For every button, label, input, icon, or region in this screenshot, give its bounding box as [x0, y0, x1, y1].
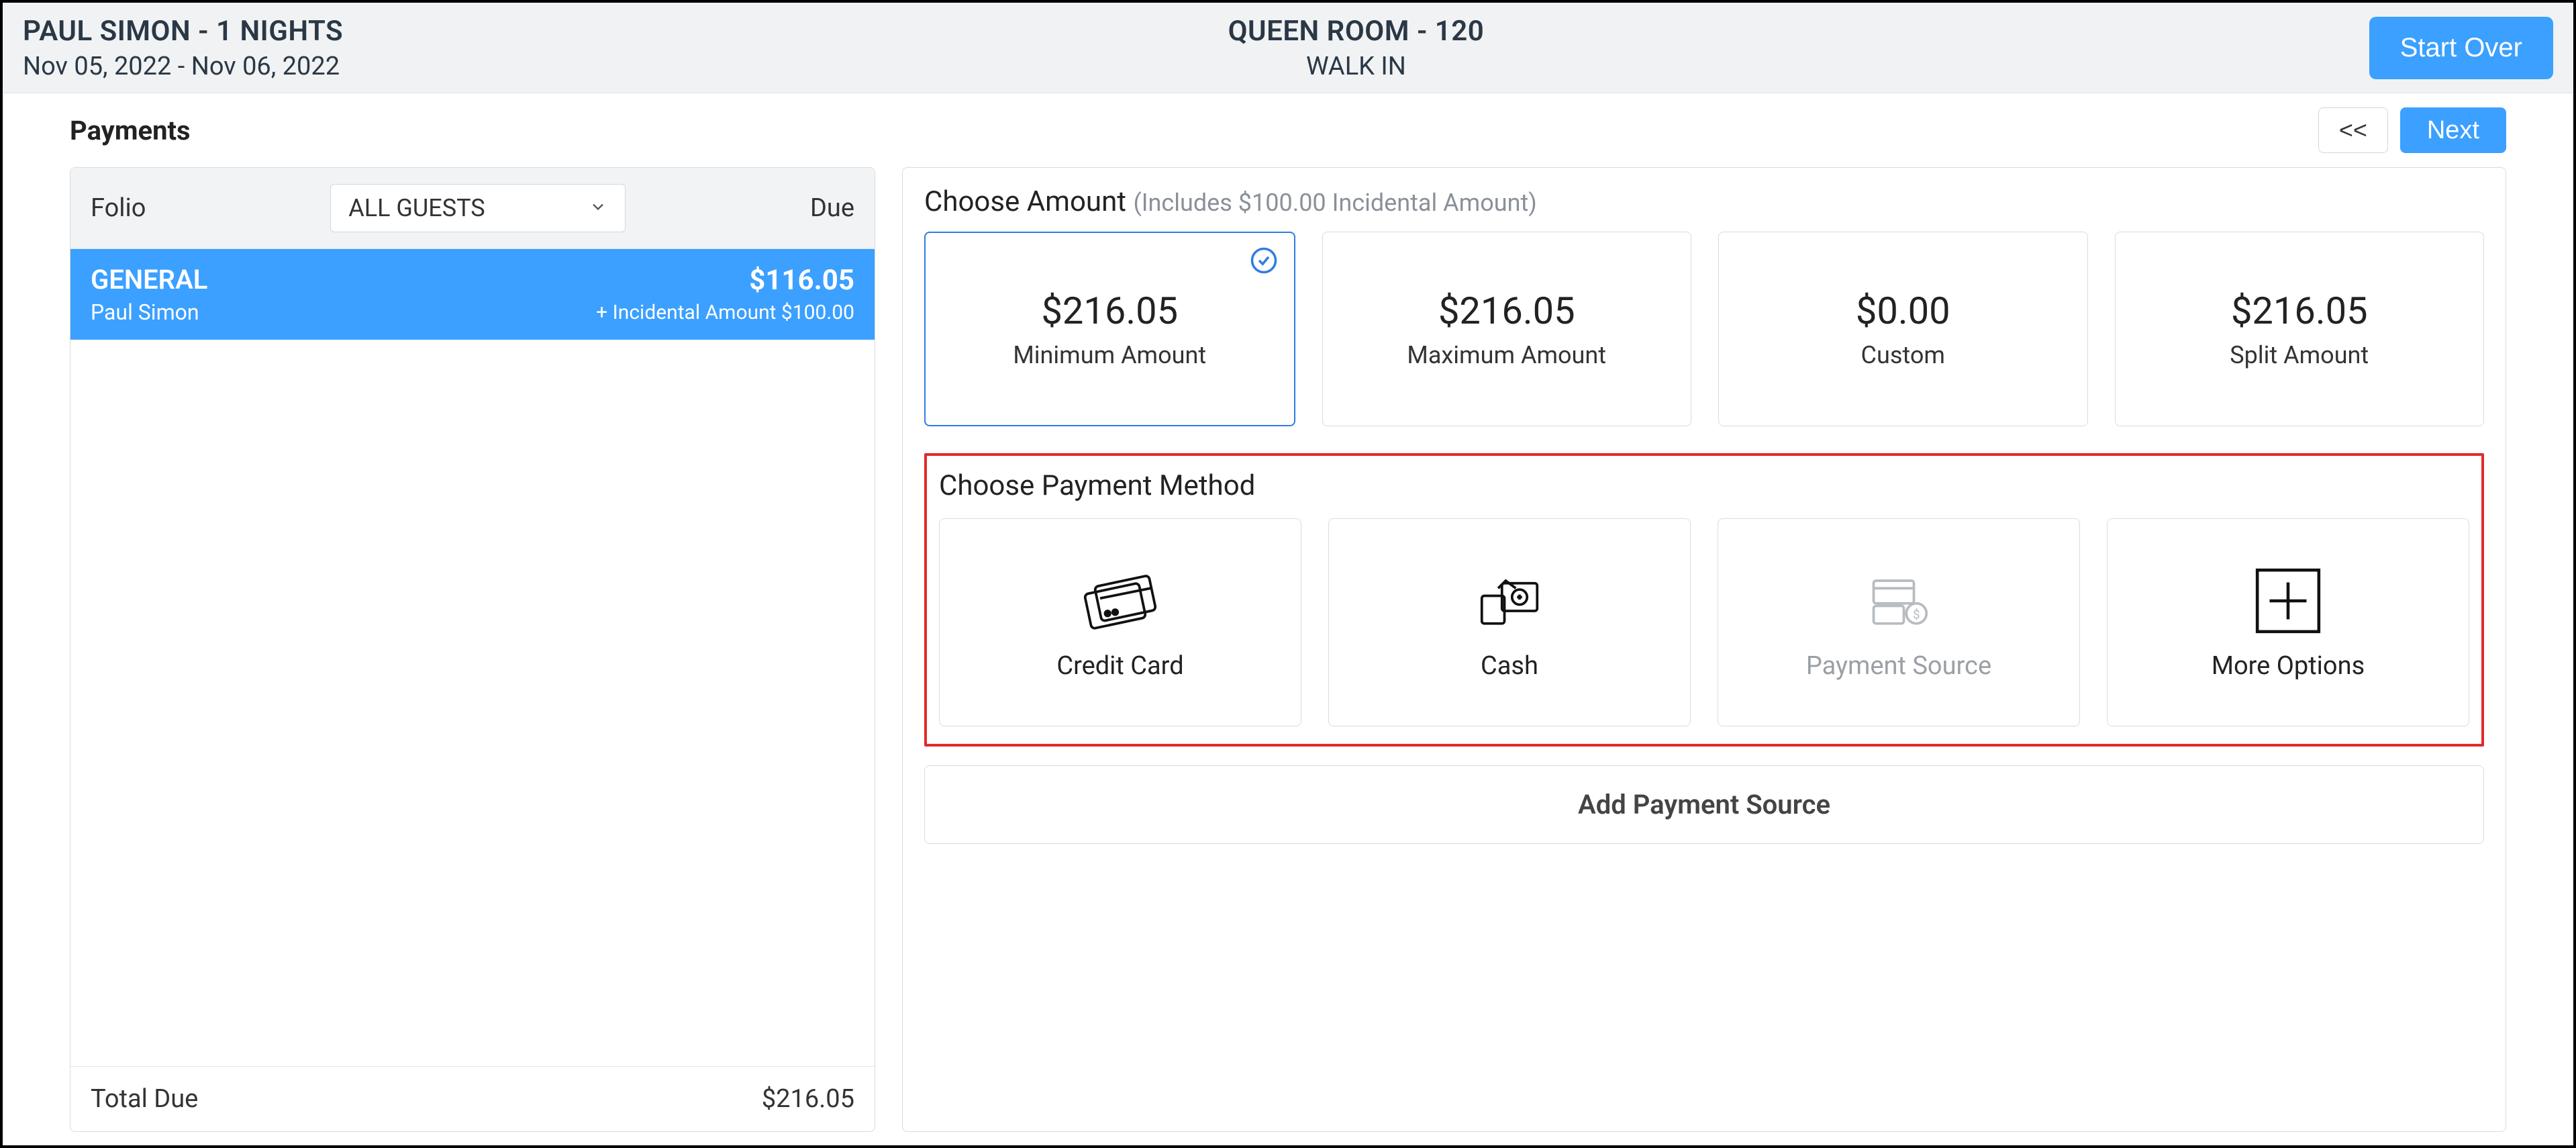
plus-icon — [2248, 564, 2328, 638]
cash-icon — [1469, 564, 1550, 638]
amount-card-split[interactable]: $216.05 Split Amount — [2115, 232, 2485, 426]
amount-card-custom[interactable]: $0.00 Custom — [1718, 232, 2088, 426]
svg-text:$: $ — [1913, 607, 1920, 622]
header-center: QUEEN ROOM - 120 WALK IN — [1228, 15, 1485, 81]
folio-label: Folio — [91, 193, 146, 223]
amount-min-value: $216.05 — [1041, 289, 1178, 333]
folio-item-name: GENERAL — [91, 264, 207, 295]
method-cash-label: Cash — [1481, 651, 1538, 681]
folio-body — [70, 340, 875, 1066]
amount-min-label: Minimum Amount — [1013, 341, 1206, 369]
booking-source: WALK IN — [1228, 52, 1485, 81]
total-due-label: Total Due — [91, 1084, 198, 1114]
due-label: Due — [810, 193, 854, 223]
choose-amount-text: Choose Amount — [924, 185, 1126, 218]
method-more-options[interactable]: More Options — [2107, 518, 2469, 726]
choose-amount-sub: (Includes $100.00 Incidental Amount) — [1133, 189, 1536, 217]
folio-item-incidental: + Incidental Amount $100.00 — [596, 301, 854, 324]
folio-item-amount: $116.05 — [749, 264, 854, 297]
method-source-label: Payment Source — [1806, 651, 1991, 681]
top-bar: PAUL SIMON - 1 NIGHTS Nov 05, 2022 - Nov… — [3, 3, 2573, 93]
sub-bar: Payments << Next — [3, 93, 2573, 167]
folio-item-guest: Paul Simon — [91, 299, 207, 325]
method-row: Credit Card Cash — [939, 518, 2469, 726]
check-icon — [1250, 246, 1278, 277]
content: Folio ALL GUESTS Due GENERAL Paul Simon … — [3, 167, 2573, 1132]
header-left: PAUL SIMON - 1 NIGHTS Nov 05, 2022 - Nov… — [23, 15, 343, 81]
folio-item[interactable]: GENERAL Paul Simon $116.05 + Incidental … — [70, 249, 875, 340]
main-panel: Choose Amount (Includes $100.00 Incident… — [902, 167, 2506, 1132]
amount-card-minimum[interactable]: $216.05 Minimum Amount — [924, 232, 1295, 426]
credit-card-icon — [1080, 564, 1160, 638]
start-over-button[interactable]: Start Over — [2369, 17, 2553, 79]
guest-selector[interactable]: ALL GUESTS — [330, 184, 626, 232]
guest-selector-value: ALL GUESTS — [348, 194, 485, 222]
next-button[interactable]: Next — [2400, 107, 2506, 153]
folio-panel: Folio ALL GUESTS Due GENERAL Paul Simon … — [70, 167, 875, 1132]
back-button[interactable]: << — [2318, 107, 2388, 153]
amount-row: $216.05 Minimum Amount $216.05 Maximum A… — [924, 232, 2484, 426]
room-title: QUEEN ROOM - 120 — [1228, 15, 1485, 48]
amount-card-maximum[interactable]: $216.05 Maximum Amount — [1322, 232, 1692, 426]
date-range: Nov 05, 2022 - Nov 06, 2022 — [23, 52, 343, 81]
method-more-label: More Options — [2212, 651, 2365, 681]
method-credit-card[interactable]: Credit Card — [939, 518, 1301, 726]
choose-amount-title: Choose Amount (Includes $100.00 Incident… — [924, 185, 2484, 218]
amount-custom-value: $0.00 — [1856, 289, 1950, 333]
add-payment-source-button[interactable]: Add Payment Source — [924, 765, 2484, 844]
folio-header: Folio ALL GUESTS Due — [70, 168, 875, 249]
chevron-down-icon — [589, 194, 607, 222]
choose-method-title: Choose Payment Method — [939, 469, 2469, 502]
folio-footer: Total Due $216.05 — [70, 1066, 875, 1131]
page-title: Payments — [70, 115, 191, 146]
total-due-value: $216.05 — [762, 1084, 854, 1114]
amount-split-label: Split Amount — [2230, 341, 2369, 369]
amount-custom-label: Custom — [1861, 341, 1945, 369]
method-payment-source: $ Payment Source — [1718, 518, 2080, 726]
guest-nights-title: PAUL SIMON - 1 NIGHTS — [23, 15, 343, 48]
method-credit-label: Credit Card — [1056, 651, 1183, 681]
payment-method-section: Choose Payment Method Credit Card — [924, 453, 2484, 747]
amount-split-value: $216.05 — [2231, 289, 2368, 333]
payment-source-icon: $ — [1859, 564, 1939, 638]
method-cash[interactable]: Cash — [1328, 518, 1691, 726]
amount-max-label: Maximum Amount — [1407, 341, 1606, 369]
amount-max-value: $216.05 — [1438, 289, 1575, 333]
